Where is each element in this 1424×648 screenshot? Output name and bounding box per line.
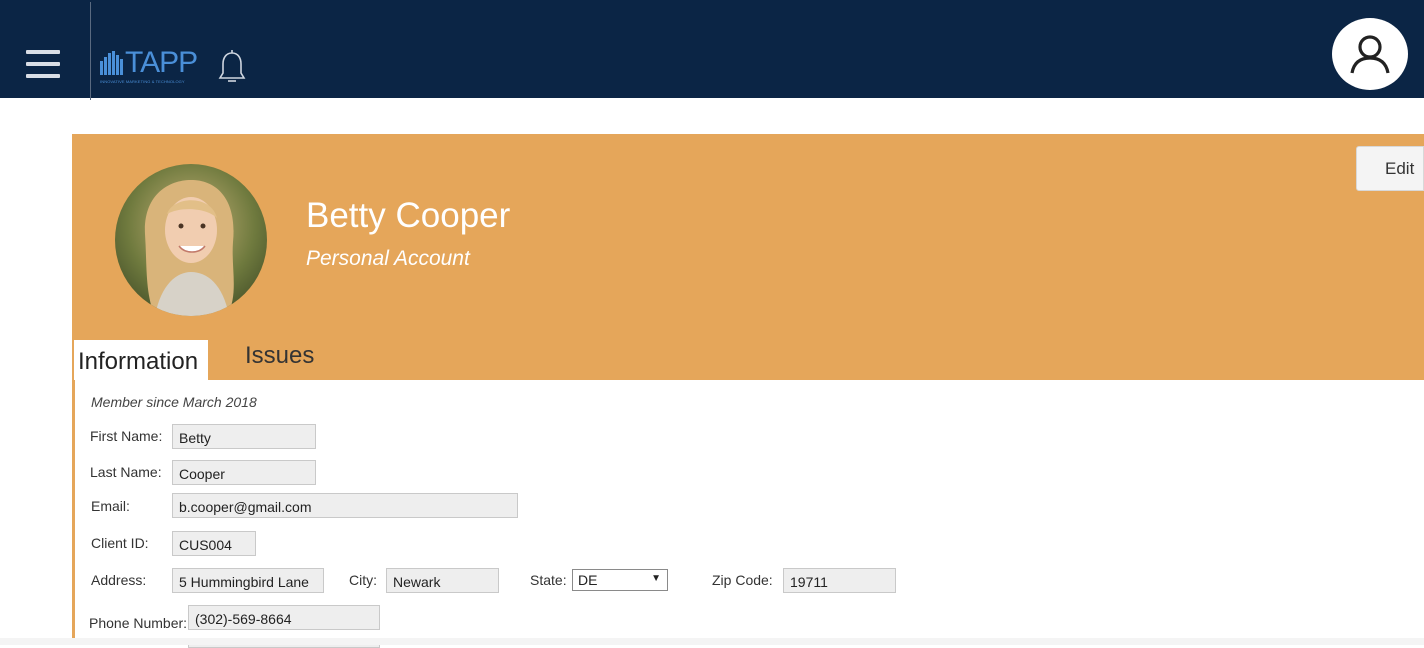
state-select-value: DE [578, 572, 598, 588]
logo-text: TAPP [125, 46, 198, 79]
logo-bars-icon [100, 51, 124, 75]
dropdown-arrow-icon: ▼ [651, 573, 661, 584]
client-id-label: Client ID: [91, 535, 149, 551]
app-logo[interactable]: TAPP INNOVATIVE MARKETING & TECHNOLOGY [100, 46, 202, 86]
phone-number-field[interactable]: (302)-569-8664 [188, 605, 380, 630]
nav-divider [90, 2, 91, 100]
edit-button[interactable]: Edit [1356, 146, 1424, 191]
zip-code-label: Zip Code: [712, 572, 773, 588]
client-id-field[interactable]: CUS004 [172, 531, 256, 556]
profile-banner: Betty Cooper Personal Account Edit Infor… [72, 134, 1424, 380]
bottom-edge [0, 638, 1424, 645]
first-name-field[interactable]: Betty [172, 424, 316, 449]
email-field[interactable]: b.cooper@gmail.com [172, 493, 518, 518]
first-name-label: First Name: [90, 428, 163, 444]
phone-number-label: Phone Number: [89, 615, 188, 631]
last-name-field[interactable]: Cooper [172, 460, 316, 485]
account-type: Personal Account [306, 247, 470, 270]
city-field[interactable]: Newark [386, 568, 499, 593]
top-navbar: TAPP INNOVATIVE MARKETING & TECHNOLOGY [0, 0, 1424, 100]
email-label: Email: [91, 498, 130, 514]
profile-photo [115, 164, 267, 316]
state-select[interactable]: DE ▼ [572, 569, 668, 591]
tab-information[interactable]: Information [74, 340, 208, 380]
last-name-label: Last Name: [90, 464, 162, 480]
hamburger-menu-icon[interactable] [26, 50, 60, 80]
zip-code-field[interactable]: 19711 [783, 568, 896, 593]
address-field[interactable]: 5 Hummingbird Lane [172, 568, 324, 593]
address-label: Address: [91, 572, 147, 588]
user-icon [1350, 35, 1390, 74]
city-label: City: [349, 572, 377, 588]
profile-name: Betty Cooper [306, 196, 511, 235]
tab-issues[interactable]: Issues [245, 342, 314, 370]
member-since-text: Member since March 2018 [91, 394, 257, 410]
user-account-button[interactable] [1332, 18, 1408, 90]
state-label: State: [530, 572, 567, 588]
information-panel: Member since March 2018 First Name: Bett… [72, 380, 1424, 648]
logo-tagline: INNOVATIVE MARKETING & TECHNOLOGY [100, 79, 185, 84]
bell-icon[interactable] [218, 49, 246, 85]
